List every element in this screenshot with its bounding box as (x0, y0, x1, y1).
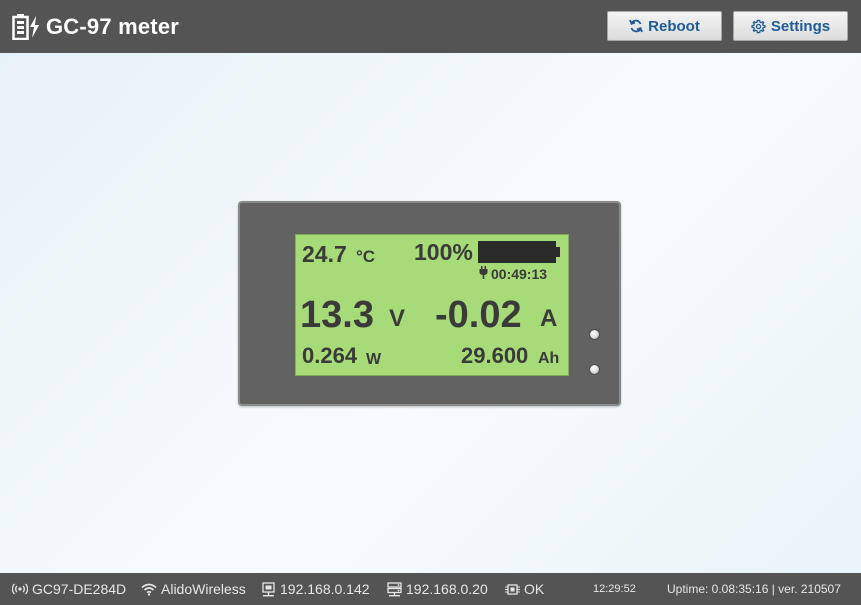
meter-button-top[interactable] (589, 329, 600, 340)
status-text: OK (524, 581, 545, 597)
refresh-icon (629, 19, 643, 33)
broadcast-icon (12, 583, 28, 595)
capacity-unit: Ah (538, 350, 560, 367)
meter-panel: 24.7 °C 100% 00:49:13 13.3 V -0.02 A 0.2… (238, 201, 621, 406)
wifi-icon (141, 583, 157, 596)
power-unit: W (366, 351, 382, 368)
temperature-unit: °C (356, 247, 376, 266)
ip-address: 192.168.0.142 (280, 581, 370, 597)
runtime-value: 00:49:13 (491, 266, 548, 282)
connection-status: OK (505, 573, 544, 605)
status-bar: GC97-DE284D AlidoWireless 192.168.0.142 (0, 573, 861, 605)
voltage-unit: V (389, 305, 406, 332)
uptime-version: Uptime: 0.08:35:16 | ver. 210507 (667, 582, 841, 596)
app-title: GC-97 meter (46, 13, 180, 39)
voltage-value: 13.3 (300, 294, 374, 336)
meter-button-bottom[interactable] (589, 364, 600, 375)
server-icon (387, 581, 402, 596)
current-value: -0.02 (435, 294, 522, 336)
gateway-status: 192.168.0.20 (387, 573, 488, 605)
plug-icon (479, 266, 488, 279)
settings-label: Settings (770, 17, 831, 35)
chip-icon (505, 583, 520, 595)
battery-percent: 100% (414, 239, 473, 265)
current-unit: A (540, 305, 558, 332)
reboot-button[interactable]: Reboot (607, 11, 722, 41)
wifi-status: AlidoWireless (141, 573, 246, 605)
battery-level-icon (478, 241, 560, 263)
device-id: GC97-DE284D (32, 581, 127, 597)
battery-charge-icon (12, 13, 40, 40)
gear-icon (751, 19, 766, 33)
settings-button[interactable]: Settings (733, 11, 848, 41)
wifi-ssid: AlidoWireless (161, 581, 246, 597)
reboot-label: Reboot (648, 17, 700, 35)
network-icon (262, 581, 275, 596)
gateway-address: 192.168.0.20 (406, 581, 488, 597)
device-status: GC97-DE284D (12, 573, 126, 605)
temperature-value: 24.7 (302, 241, 347, 267)
ip-status: 192.168.0.142 (261, 573, 370, 605)
header-bar: GC-97 meter Reboot Settings (0, 0, 861, 53)
lcd-display: 24.7 °C 100% 00:49:13 13.3 V -0.02 A 0.2… (295, 234, 569, 376)
power-value: 0.264 (302, 343, 358, 368)
capacity-value: 29.600 (461, 343, 529, 368)
clock: 12:29:52 (593, 583, 636, 595)
